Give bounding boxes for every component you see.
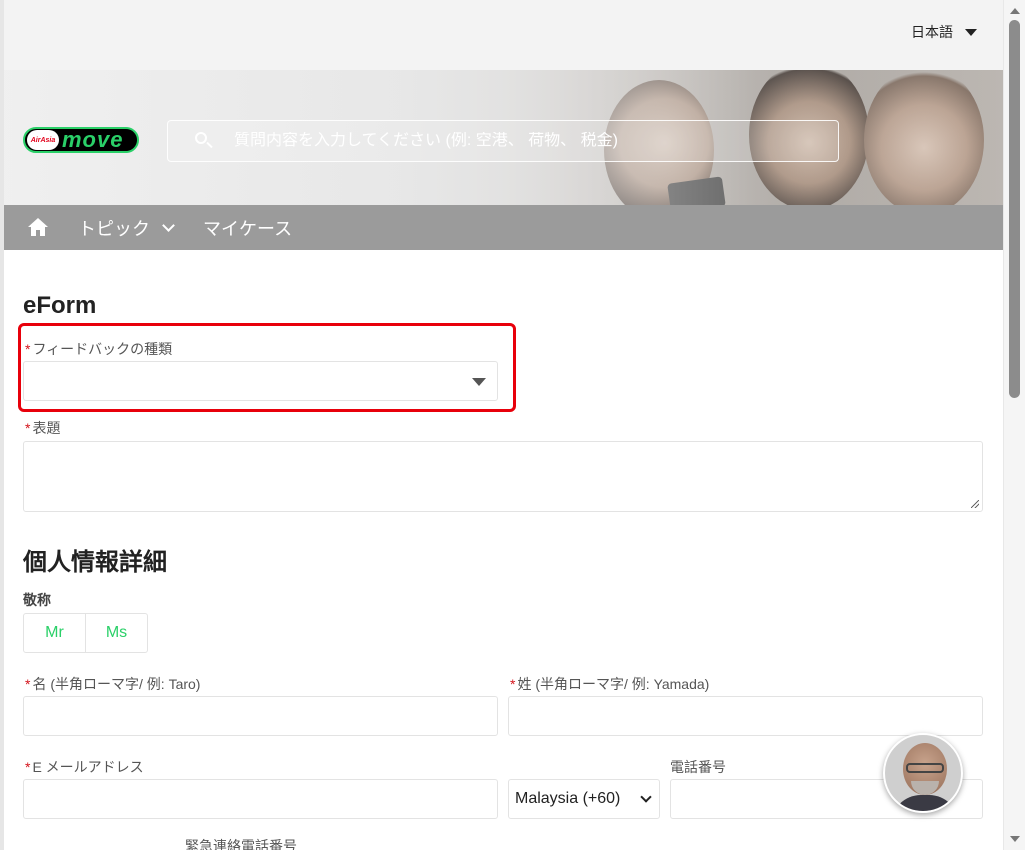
country-code-select[interactable]: Malaysia (+60): [508, 779, 660, 819]
search-input[interactable]: [234, 132, 834, 150]
chevron-down-icon: [162, 218, 175, 232]
subject-textarea[interactable]: [23, 441, 983, 512]
caret-down-icon: [965, 28, 977, 36]
salutation-ms[interactable]: Ms: [85, 614, 147, 652]
scroll-down-icon[interactable]: [1010, 836, 1020, 842]
logo-badge: AirAsia: [27, 130, 59, 150]
chat-assistant-avatar[interactable]: [883, 733, 963, 813]
dropdown-arrow-icon: [472, 378, 486, 386]
email-field[interactable]: [23, 779, 498, 819]
first-name-input[interactable]: [23, 696, 498, 736]
scroll-up-icon[interactable]: [1010, 8, 1020, 14]
last-name-label: * 姓 (半角ローマ字/ 例: Yamada): [510, 676, 710, 692]
language-selector[interactable]: 日本語: [911, 22, 977, 42]
first-name-label: * 名 (半角ローマ字/ 例: Taro): [25, 676, 201, 692]
feedback-type-label: * フィードバックの種類: [25, 341, 173, 357]
email-label: * E メールアドレス: [25, 759, 144, 775]
salutation-mr[interactable]: Mr: [24, 614, 85, 652]
subject-label: * 表題: [25, 420, 61, 436]
top-bar: 日本語: [4, 0, 1003, 70]
search-icon: [194, 131, 214, 151]
nav-topics[interactable]: トピック: [78, 215, 175, 241]
feedback-type-select[interactable]: [23, 361, 498, 401]
hero-banner: AirAsia move: [4, 70, 1003, 205]
scrollbar[interactable]: [1003, 0, 1025, 850]
last-name-input[interactable]: [508, 696, 983, 736]
logo-wordmark: move: [62, 127, 124, 152]
chevron-down-icon: [640, 790, 652, 803]
emergency-phone-label: 緊急連絡電話番号: [185, 838, 297, 850]
salutation-toggle: Mr Ms: [23, 613, 148, 653]
nav-my-cases[interactable]: マイケース: [203, 215, 292, 241]
form-title: eForm: [23, 292, 97, 319]
nav-bar: トピック マイケース: [4, 205, 1003, 250]
search-box[interactable]: [167, 120, 839, 162]
language-label: 日本語: [911, 24, 953, 40]
nav-topics-label: トピック: [78, 218, 150, 239]
country-code-value: Malaysia (+60): [515, 790, 621, 807]
airasia-move-logo[interactable]: AirAsia move: [23, 127, 139, 153]
salutation-label: 敬称: [23, 592, 51, 608]
phone-label: 電話番号: [670, 759, 726, 775]
home-icon[interactable]: [28, 217, 48, 238]
personal-details-heading: 個人情報詳細: [23, 549, 167, 576]
scrollbar-thumb[interactable]: [1009, 20, 1020, 398]
nav-my-cases-label: マイケース: [203, 218, 293, 239]
resize-grip-icon[interactable]: [971, 500, 979, 508]
